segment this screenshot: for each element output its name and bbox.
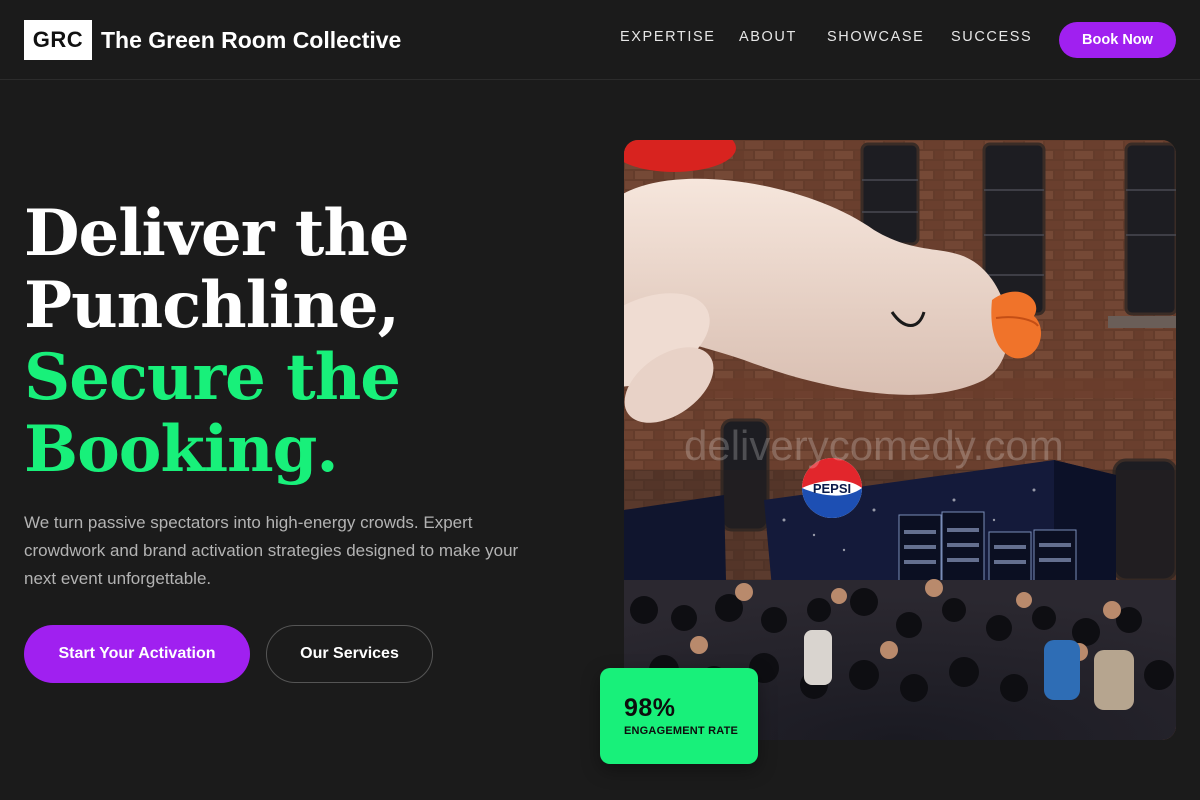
- engagement-stat-card: 98% ENGAGEMENT RATE: [600, 668, 758, 764]
- headline-line-2: Punchline,: [24, 268, 400, 343]
- nav-link-about[interactable]: ABOUT: [739, 29, 797, 45]
- image-watermark: deliverycomedy.com: [684, 422, 1064, 469]
- logo-badge: GRC: [24, 20, 92, 60]
- site-header: GRC The Green Room Collective EXPERTISE …: [0, 0, 1200, 80]
- our-services-button[interactable]: Our Services: [266, 625, 433, 683]
- book-now-button[interactable]: Book Now: [1059, 22, 1176, 58]
- nav-link-expertise[interactable]: EXPERTISE: [620, 29, 716, 45]
- headline-line-3: Secure the: [24, 340, 401, 415]
- brand-logo[interactable]: GRC The Green Room Collective: [24, 20, 401, 60]
- booth-logo-text: PEPSI: [813, 481, 851, 496]
- nav-link-success[interactable]: SUCCESS: [951, 29, 1032, 45]
- headline-line-4: Booking.: [24, 412, 339, 487]
- stat-label: ENGAGEMENT RATE: [624, 725, 739, 737]
- event-photo-illustration: PEPSI deliverycomedy.com: [624, 140, 1176, 740]
- hero-headline: Deliver the Punchline, Secure the Bookin…: [24, 198, 584, 486]
- stat-value: 98%: [624, 694, 676, 722]
- hero-image: PEPSI deliverycomedy.com: [624, 140, 1176, 740]
- hero-subcopy: We turn passive spectators into high-ene…: [24, 513, 519, 588]
- nav-link-showcase[interactable]: SHOWCASE: [827, 29, 924, 45]
- start-activation-button[interactable]: Start Your Activation: [24, 625, 250, 683]
- headline-line-1: Deliver the: [24, 196, 410, 271]
- brand-name: The Green Room Collective: [101, 26, 402, 53]
